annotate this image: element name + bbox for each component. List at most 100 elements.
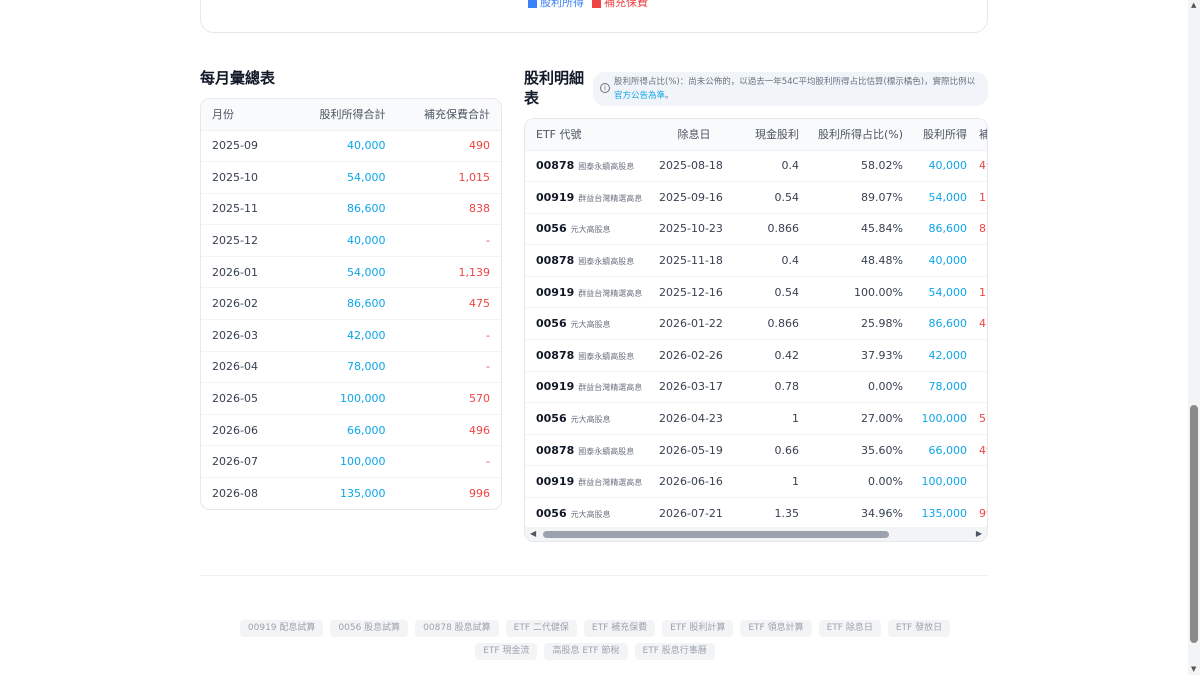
footer-link[interactable]: 00878 股息試算 <box>415 620 499 637</box>
monthly-row: 2026-03 42,000- <box>201 319 501 352</box>
etf-code: 00919 <box>536 380 575 394</box>
chart-legend: 股利所得 補充保費 <box>528 0 648 10</box>
cash-dividend-cell: 1 <box>735 465 805 499</box>
dividend-detail-title: 股利明細表 <box>524 69 585 107</box>
dividend-income-cell: 66,000 <box>909 434 973 467</box>
page-scrollbar[interactable]: ▲ ▼ <box>1188 0 1200 675</box>
income-ratio-cell: 27.00% <box>805 402 909 435</box>
scroll-right-icon[interactable]: ▶ <box>976 529 982 538</box>
monthly-row: 2025-11 86,600 838 <box>201 193 501 226</box>
etf-cell: 0056 元大高股息 <box>525 402 653 435</box>
month-cell: 2026-05 <box>201 382 287 415</box>
horizontal-scroll-thumb[interactable] <box>543 531 889 538</box>
income-ratio-cell: 89.07% <box>805 181 909 214</box>
etf-cell: 00878 國泰永續高股息 <box>525 434 653 467</box>
etf-name: 群益台灣精選高息 <box>578 383 643 393</box>
monthly-row: 2026-08 135,000 996 <box>201 478 501 509</box>
etf-code: 0056 <box>536 507 567 521</box>
monthly-row: 2026-06 66,000 496 <box>201 414 501 447</box>
dividend-income-cell: 100,000 <box>909 402 973 435</box>
income-total-cell: 135,000 <box>339 487 386 501</box>
income-total-cell: 100,000 <box>286 382 386 415</box>
premium-cell: 490 <box>973 150 987 183</box>
etf-code: 00878 <box>536 348 575 362</box>
premium-total-cell: 490 <box>385 130 501 163</box>
scroll-down-icon[interactable]: ▼ <box>1191 665 1196 673</box>
footer-link[interactable]: 高股息 ETF 節稅 <box>544 643 628 660</box>
dividend-detail-table: ETF 代號除息日現金股利股利所得占比(%)股利所得補充保費 00878國泰永續… <box>525 119 987 530</box>
scroll-left-icon[interactable]: ◀ <box>530 529 536 538</box>
detail-column-header: 股利所得占比(%) <box>805 119 909 151</box>
etf-code: 00878 <box>536 254 575 268</box>
ex-dividend-date-cell: 2025-11-18 <box>653 244 735 277</box>
detail-row: 00919群益台灣精選高息2026-03-170.780.00%78,000- <box>525 371 987 404</box>
etf-code: 00919 <box>536 190 575 204</box>
footer-link[interactable]: 0056 股息試算 <box>330 620 409 637</box>
premium-cell: 570 <box>973 402 987 435</box>
month-cell: 2026-08 <box>212 487 258 501</box>
etf-cell: 0056 元大高股息 <box>525 498 653 530</box>
page-scroll-thumb[interactable] <box>1190 405 1198 643</box>
income-total-cell: 66,000 <box>286 414 386 447</box>
income-ratio-cell: 45.84% <box>805 213 909 246</box>
official-announcement-link[interactable]: 官方公告為準 <box>614 91 665 101</box>
footer-links: 00919 配息試算 0056 股息試算 00878 股息試算 ETF 二代健保 ETF… <box>220 620 970 660</box>
etf-name: 元大高股息 <box>570 415 611 425</box>
legend-income-swatch <box>528 0 537 8</box>
scroll-up-icon[interactable]: ▲ <box>1191 1 1196 9</box>
detail-body: 00878國泰永續高股息2025-08-180.458.02%40,000490… <box>525 150 987 530</box>
monthly-summary-table: 月份 股利所得合計 補充保費合計 2025-09 40,000 490 2025-10 54… <box>201 99 501 509</box>
month-cell: 2026-06 <box>201 414 287 447</box>
footer-link[interactable]: ETF 補充保費 <box>583 620 656 637</box>
etf-cell: 00919 群益台灣精選高息 <box>525 276 653 309</box>
dividend-income-cell: 42,000 <box>909 339 973 372</box>
footer-link[interactable]: ETF 發放日 <box>887 620 951 637</box>
footer-link[interactable]: ETF 二代健保 <box>505 620 577 637</box>
etf-code: 00919 <box>536 475 575 489</box>
cash-dividend-cell: 0.866 <box>735 213 805 246</box>
ex-dividend-date-cell: 2025-10-23 <box>653 213 735 246</box>
monthly-column-header: 股利所得合計 <box>286 99 386 131</box>
dividend-income-cell: 54,000 <box>909 181 973 214</box>
info-icon: i <box>600 83 610 93</box>
income-total-cell: 78,000 <box>286 351 386 384</box>
month-cell: 2025-12 <box>201 224 287 257</box>
income-ratio-cell: 0.00% <box>805 465 909 499</box>
footer-link[interactable]: ETF 股利計算 <box>662 620 734 637</box>
monthly-body: 2025-09 40,000 490 2025-10 54,000 1,015 2025-1… <box>201 130 501 509</box>
notice-text: 股利所得占比(%)：尚未公佈的，以過去一年54C平均股利所得占比估算(標示橘色)… <box>614 77 976 87</box>
horizontal-scrollbar[interactable]: ◀ ▶ <box>525 527 987 541</box>
detail-column-header: 股利所得 <box>909 119 973 151</box>
dividend-income-cell: 54,000 <box>909 276 973 309</box>
footer-link[interactable]: ETF 除息日 <box>818 620 881 637</box>
footer-link[interactable]: ETF 領息計算 <box>740 620 812 637</box>
detail-row: 0056元大高股息2025-10-230.86645.84%86,600838 <box>525 213 987 246</box>
income-ratio-cell: 25.98% <box>805 307 909 341</box>
etf-name: 群益台灣精選高息 <box>578 288 643 298</box>
premium-cell: 1,015 <box>973 181 987 214</box>
month-cell: 2025-09 <box>201 130 287 163</box>
monthly-column-header: 月份 <box>201 99 287 131</box>
ex-dividend-date-cell: 2026-05-19 <box>653 434 735 467</box>
dividend-income-cell: 78,000 <box>909 371 973 404</box>
cash-dividend-cell: 0.54 <box>735 181 805 214</box>
premium-total-cell: 996 <box>469 487 490 501</box>
month-cell: 2026-03 <box>201 319 287 352</box>
monthly-header-row: 月份 股利所得合計 補充保費合計 <box>201 99 501 131</box>
etf-code: 00878 <box>536 159 575 173</box>
detail-column-header: 補充保費 <box>973 119 987 151</box>
etf-name: 元大高股息 <box>570 320 611 330</box>
premium-total-cell: 475 <box>385 287 501 321</box>
etf-name: 群益台灣精選高息 <box>578 478 643 488</box>
etf-name: 國泰永續高股息 <box>578 257 635 267</box>
etf-name: 元大高股息 <box>570 510 611 520</box>
footer-link[interactable]: ETF 股息行事曆 <box>634 643 715 660</box>
income-ratio-cell: 35.60% <box>805 434 909 467</box>
cash-dividend-cell: 0.54 <box>735 276 805 309</box>
footer-link[interactable]: 00919 配息試算 <box>239 620 324 637</box>
footer-link[interactable]: ETF 現金流 <box>475 643 538 660</box>
detail-row: 00878國泰永續高股息2025-08-180.458.02%40,000490 <box>525 150 987 183</box>
etf-cell: 0056 元大高股息 <box>525 213 653 246</box>
etf-cell: 00878 國泰永續高股息 <box>525 150 653 183</box>
etf-code: 00919 <box>536 285 575 299</box>
